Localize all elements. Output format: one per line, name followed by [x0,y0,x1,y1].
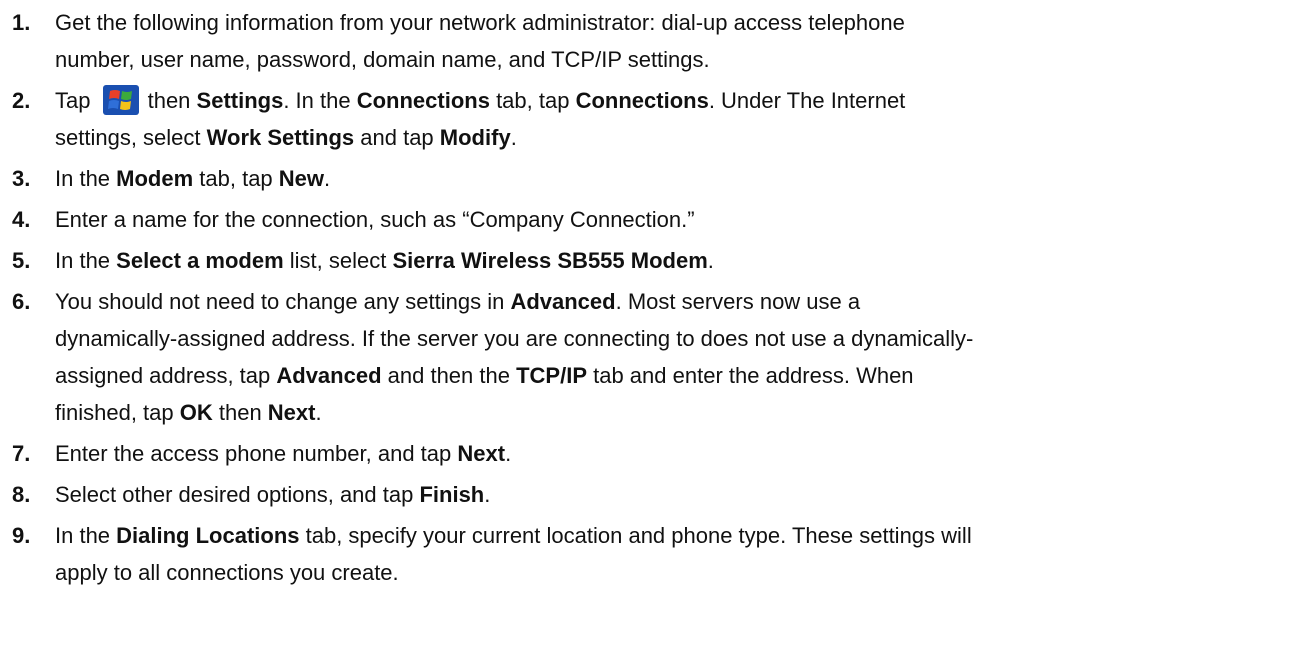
step-text-line: Enter the access phone number, and tap N… [55,437,1270,471]
step-text: In the [55,166,117,191]
ui-term: Advanced [276,363,382,389]
ui-term: TCP/IP [516,363,587,389]
step-text-line: settings, select Work Settings and tap M… [55,121,1270,155]
step-text: . [484,482,491,508]
step-text-line: Tap then Settings. In the Connections ta… [55,84,1270,118]
step-number: 4. [12,207,31,233]
step-number: 8. [12,482,31,508]
step-text: tab, specify your current location and p… [299,523,972,549]
ui-term: Modify [439,124,511,150]
step-text: settings, select [55,124,207,150]
step-text: then [147,88,197,113]
ui-term: Sierra Wireless SB555 Modem [392,248,708,274]
ui-term: Next [267,399,316,425]
step-text: . In the [283,88,357,113]
ui-term: Work Settings [206,124,355,150]
step-text: Tap [55,88,97,113]
step-text: In the [55,523,117,549]
step-text: You should not need to change any settin… [55,289,511,315]
step-text-line: In the Dialing Locations tab, specify yo… [55,519,1270,553]
ui-term: Connections [356,88,490,113]
step-text: . [324,166,331,191]
step-number: 2. [12,88,31,113]
ui-term: Advanced [510,289,616,315]
step-text-line: You should not need to change any settin… [55,285,1270,319]
step-text: . [505,441,512,467]
step-text-line: In the Select a modem list, select Sierr… [55,244,1270,278]
step-text: then [212,399,268,425]
step-number: 3. [12,166,31,191]
step-text: . [510,124,517,150]
ui-term: Next [457,441,506,467]
step-text-line: In the Modem tab, tap New. [55,162,1270,196]
step-text: Enter a name for the connection, such as… [55,207,695,233]
step-number: 6. [12,289,31,315]
step-text-line: number, user name, password, domain name… [55,43,1270,77]
step-text: Enter the access phone number, and tap [55,441,458,467]
step-text: number, user name, password, domain name… [55,46,710,72]
step-text: and then the [381,363,517,389]
step-text: dynamically-assigned address. If the ser… [55,326,974,352]
step-number: 9. [12,523,31,549]
step-text-line: finished, tap OK then Next. [55,396,1270,430]
step-text: and tap [354,124,440,150]
step-text-line: Enter a name for the connection, such as… [55,203,1270,237]
step-text: finished, tap [55,399,180,425]
step-text: tab, tap [193,166,279,191]
step-text: assigned address, tap [55,363,277,389]
step-text-line: apply to all connections you create. [55,556,1270,590]
ui-term: Dialing Locations [116,523,300,549]
step-text-line: Get the following information from your … [55,6,1270,40]
step-text: apply to all connections you create. [55,560,399,586]
windows-start-icon [102,85,139,115]
step-text: tab, tap [489,88,576,113]
step-text-line: Select other desired options, and tap Fi… [55,478,1270,512]
step-text: . Under The Internet [708,88,906,113]
step-text: Select other desired options, and tap [55,482,420,508]
ui-term: Select a modem [116,248,284,274]
step-text: In the [55,248,117,274]
step-text: . Most servers now use a [615,289,861,315]
ui-term: New [278,166,325,191]
instruction-list: 1. Get the following information from you… [0,0,1293,656]
step-text: list, select [283,248,393,274]
ui-term: OK [179,399,213,425]
ui-term: Finish [419,482,485,508]
ui-term: Connections [575,88,709,113]
step-text: . [707,248,714,274]
ui-term: Settings [196,88,284,113]
step-number: 7. [12,441,31,467]
ui-term: Modem [116,166,194,191]
step-text: . [315,399,322,425]
step-text-line: dynamically-assigned address. If the ser… [55,322,1270,356]
step-number: 1. [12,10,31,35]
step-text: tab and enter the address. When [587,363,914,389]
step-text-line: assigned address, tap Advanced and then … [55,359,1270,393]
step-number: 5. [12,248,31,274]
step-text: Get the following information from your … [55,10,905,35]
